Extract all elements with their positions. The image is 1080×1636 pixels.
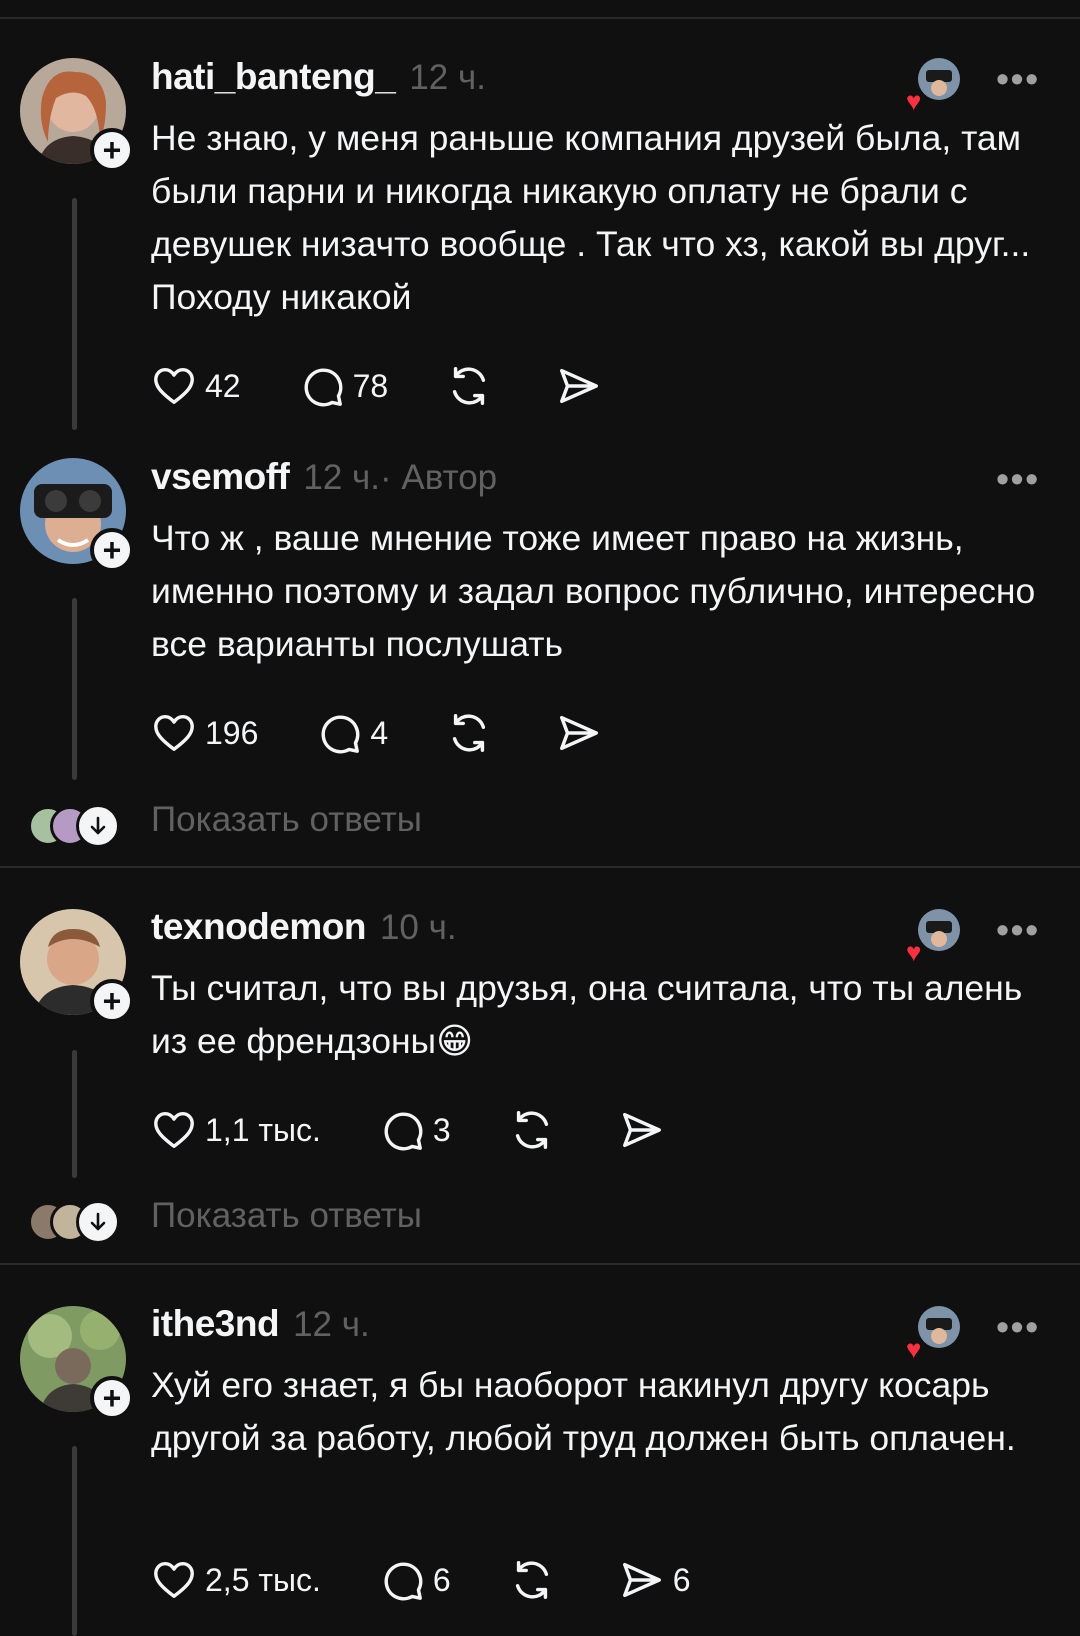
comment-header: hati_banteng_ 12 ч.	[151, 56, 486, 106]
avatar[interactable]: +	[20, 58, 134, 172]
repost-icon	[453, 714, 486, 752]
timestamp: 12 ч.	[293, 1305, 370, 1344]
follow-plus-icon[interactable]: +	[90, 1376, 134, 1420]
like-count: 42	[205, 367, 241, 404]
comment-text: Хуй его знает, я бы наоборот накинул дру…	[151, 1365, 1016, 1458]
follow-plus-icon[interactable]: +	[90, 979, 134, 1023]
avatar[interactable]: +	[20, 909, 134, 1023]
like-count: 2,5 тыс.	[205, 1561, 321, 1598]
follow-plus-icon[interactable]: +	[90, 128, 134, 172]
username[interactable]: texnodemon	[151, 906, 366, 948]
author-liked-badge: ♥	[906, 58, 964, 114]
follow-plus-icon[interactable]: +	[90, 528, 134, 572]
reply-count: 78	[352, 367, 389, 404]
divider	[0, 1263, 1080, 1265]
action-bar: 2,5 тыс. 6 6	[151, 1555, 749, 1605]
comment-icon	[304, 368, 342, 407]
comment-text: Не знаю, у меня раньше компания друзей б…	[151, 118, 1031, 317]
like-button[interactable]: 42	[151, 363, 241, 409]
send-icon	[560, 368, 599, 404]
share-button[interactable]	[556, 363, 608, 409]
reply-button[interactable]: 3	[379, 1107, 451, 1153]
action-bar: 1,1 тыс. 3	[151, 1105, 729, 1155]
username[interactable]: hati_banteng_	[151, 56, 396, 98]
heart-icon	[154, 1561, 194, 1599]
username[interactable]: vsemoff	[151, 456, 290, 498]
divider	[0, 866, 1080, 868]
arrow-down-icon	[76, 804, 120, 848]
like-button[interactable]: 1,1 тыс.	[151, 1107, 321, 1153]
avatar[interactable]: +	[20, 458, 134, 572]
show-replies-link[interactable]: Показать ответы	[151, 800, 422, 840]
reply-count: 3	[432, 1111, 451, 1148]
timestamp: 12 ч.	[409, 58, 486, 97]
send-icon	[622, 1112, 661, 1148]
action-bar: 196 4	[151, 708, 666, 758]
repost-button[interactable]	[446, 710, 498, 756]
thread-line	[72, 1050, 77, 1178]
comment-text: Что ж , ваше мнение тоже имеет право на …	[151, 518, 1036, 664]
timestamp: 10 ч.	[379, 908, 457, 947]
like-count: 1,1 тыс.	[205, 1111, 321, 1148]
author-liked-badge: ♥	[906, 1306, 964, 1362]
arrow-down-icon	[76, 1200, 120, 1244]
username[interactable]: ithe3nd	[151, 1303, 280, 1345]
comment-header: vsemoff 12 ч. · Автор	[151, 456, 497, 506]
repost-icon	[515, 1561, 548, 1599]
share-count: 6	[672, 1561, 691, 1598]
more-icon[interactable]: •••	[996, 1306, 1040, 1348]
heart-icon	[154, 367, 194, 405]
action-bar: 42 78	[151, 361, 666, 411]
top-divider	[0, 17, 1080, 19]
repost-button[interactable]	[509, 1107, 561, 1153]
author-label: · Автор	[380, 458, 498, 497]
timestamp: 12 ч.	[303, 458, 381, 497]
comment-text: Ты считал, что вы друзья, она считала, ч…	[151, 968, 1023, 1061]
comment-header: ithe3nd 12 ч.	[151, 1303, 370, 1353]
repost-icon	[453, 367, 486, 405]
avatar[interactable]: +	[20, 1306, 134, 1420]
reply-avatars	[28, 1200, 128, 1244]
like-button[interactable]: 2,5 тыс.	[151, 1557, 321, 1603]
thread-line	[72, 1446, 77, 1636]
author-avatar-mini	[918, 909, 960, 951]
reply-button[interactable]: 4	[316, 710, 388, 756]
comment-header: texnodemon 10 ч.	[151, 906, 457, 956]
more-icon[interactable]: •••	[996, 58, 1040, 100]
send-icon	[622, 1562, 661, 1598]
heart-icon	[154, 1111, 194, 1149]
reply-button[interactable]: 6	[379, 1557, 451, 1603]
comment-icon	[321, 715, 360, 754]
share-button[interactable]	[556, 710, 608, 756]
like-count: 196	[205, 714, 259, 751]
reply-count: 6	[432, 1561, 451, 1598]
thread-line	[72, 198, 77, 430]
more-icon[interactable]: •••	[996, 909, 1040, 951]
author-liked-badge: ♥	[906, 909, 964, 965]
thread-line	[72, 598, 77, 780]
like-button[interactable]: 196	[151, 710, 258, 756]
more-icon[interactable]: •••	[996, 458, 1040, 500]
heart-badge-icon: ♥	[906, 86, 922, 116]
reply-button[interactable]: 78	[299, 363, 389, 409]
repost-button[interactable]	[509, 1557, 561, 1603]
heart-icon	[154, 714, 194, 752]
author-avatar-mini	[918, 58, 960, 100]
reply-avatars	[28, 804, 128, 848]
share-button[interactable]: 6	[619, 1557, 691, 1603]
repost-icon	[515, 1111, 548, 1149]
show-replies-row[interactable]: Показать ответы	[0, 1192, 1080, 1252]
comment-icon	[384, 1562, 423, 1601]
send-icon	[560, 715, 599, 751]
comment-icon	[384, 1112, 423, 1151]
reply-count: 4	[370, 714, 389, 751]
show-replies-row[interactable]: Показать ответы	[0, 796, 1080, 856]
repost-button[interactable]	[446, 363, 498, 409]
show-replies-link[interactable]: Показать ответы	[151, 1196, 422, 1236]
share-button[interactable]	[619, 1107, 671, 1153]
author-avatar-mini	[918, 1306, 960, 1348]
